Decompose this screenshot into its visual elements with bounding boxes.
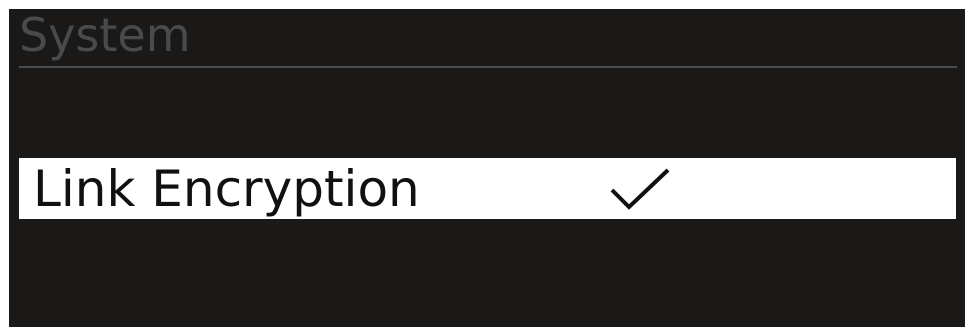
checkmark-icon	[610, 168, 670, 210]
menu-item-label: Link Encryption	[33, 160, 420, 218]
device-screen: System Link Encryption	[9, 9, 965, 327]
menu-item-link-encryption[interactable]: Link Encryption	[19, 158, 956, 219]
header-divider	[19, 66, 957, 68]
page-title: System	[19, 9, 191, 62]
